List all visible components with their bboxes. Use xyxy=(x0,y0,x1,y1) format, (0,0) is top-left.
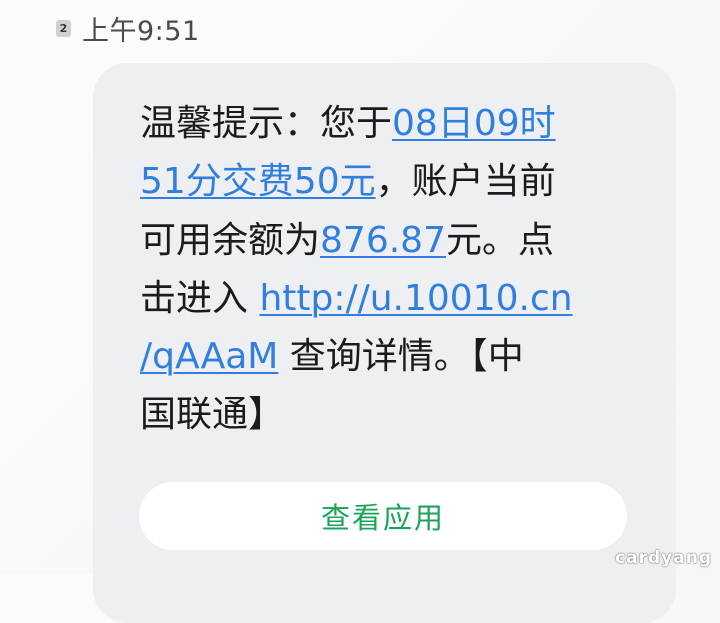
view-app-button[interactable]: 查看应用 xyxy=(139,482,627,550)
message-text: ，账户当前 xyxy=(375,161,556,203)
message-line-1: 温馨提示：您于08日09时 xyxy=(140,95,640,153)
payment-link[interactable]: 51分交费50元 xyxy=(140,161,376,202)
message-line-2: 51分交费50元，账户当前 xyxy=(140,153,640,211)
message-body: 温馨提示：您于08日09时 51分交费50元，账户当前 可用余额为876.87元… xyxy=(140,95,640,445)
message-line-6: 国联通】 xyxy=(140,386,640,444)
balance-link[interactable]: 876.87 xyxy=(320,220,446,261)
message-text: 查询详情。【中 xyxy=(278,336,524,378)
url-link[interactable]: http://u.10010.cn xyxy=(259,278,572,319)
url-link-continued[interactable]: /qAAaM xyxy=(140,336,278,377)
message-text: 温馨提示：您于 xyxy=(140,103,393,144)
sim-card-badge: 2 xyxy=(56,19,71,37)
message-bubble: 温馨提示：您于08日09时 51分交费50元，账户当前 可用余额为876.87元… xyxy=(93,63,676,623)
message-line-3: 可用余额为876.87元。点 xyxy=(140,212,640,270)
message-time: 上午9:51 xyxy=(82,15,200,47)
message-text: 元。点 xyxy=(445,219,554,261)
watermark: cardyang xyxy=(615,548,712,568)
message-text: 击进入 xyxy=(140,277,260,319)
message-line-4: 击进入 http://u.10010.cn xyxy=(140,270,640,328)
date-link[interactable]: 08日09时 xyxy=(392,103,556,144)
message-text: 国联通】 xyxy=(140,394,285,436)
message-text: 可用余额为 xyxy=(140,219,321,261)
message-header: 2 上午9:51 xyxy=(56,10,200,47)
message-line-5: /qAAaM 查询详情。【中 xyxy=(140,328,640,386)
